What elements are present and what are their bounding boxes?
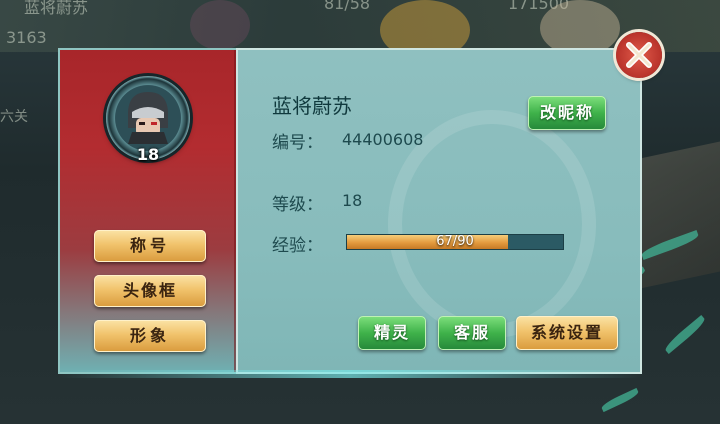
id-value: 44400608 xyxy=(342,130,424,149)
avatar-frame-button[interactable]: 头像框 xyxy=(94,275,206,307)
background-signboard xyxy=(640,141,720,289)
leaf-decoration xyxy=(600,387,640,413)
customer-service-button[interactable]: 客服 xyxy=(438,316,506,350)
background-player-name: 蓝将蔚苏 xyxy=(24,0,89,17)
player-profile-dialog: 18 称号 头像框 形象 蓝将蔚苏 改昵称 编号： 44400608 等级： 1… xyxy=(58,48,642,374)
leaf-decoration xyxy=(662,314,708,355)
background-character-blob xyxy=(190,0,250,50)
background-side-text: 六关 xyxy=(0,109,28,125)
profile-left-panel: 18 称号 头像框 形象 xyxy=(58,48,248,374)
exp-progress-bar: 67/90 xyxy=(346,234,564,250)
background-score: 3163 xyxy=(6,28,47,47)
appearance-button[interactable]: 形象 xyxy=(94,320,206,352)
exp-label: 经验： xyxy=(272,236,323,256)
avatar[interactable]: 18 xyxy=(106,76,190,164)
spirit-button[interactable]: 精灵 xyxy=(358,316,426,350)
background-counter: 81/58 xyxy=(324,0,371,13)
close-x-icon xyxy=(626,42,652,68)
level-label: 等级： xyxy=(272,195,323,215)
close-button[interactable] xyxy=(616,32,662,78)
system-settings-button[interactable]: 系统设置 xyxy=(516,316,618,350)
level-value: 18 xyxy=(342,191,363,210)
rename-button[interactable]: 改昵称 xyxy=(528,96,606,130)
exp-progress-text: 67/90 xyxy=(436,234,474,249)
id-label: 编号： xyxy=(272,133,323,153)
title-button[interactable]: 称号 xyxy=(94,230,206,262)
avatar-level-badge: 18 xyxy=(136,145,160,164)
player-name: 蓝将蔚苏 xyxy=(272,94,352,118)
dialog-bottom-glow xyxy=(58,370,642,378)
helmeted-warrior-avatar-icon xyxy=(128,92,168,144)
